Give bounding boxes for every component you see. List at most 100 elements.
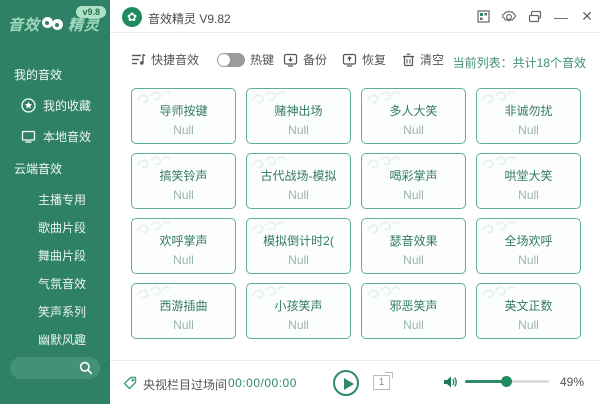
sound-card[interactable]: 哄堂大笑 Null	[476, 153, 581, 209]
quick-sound-label: 快捷音效	[151, 51, 199, 68]
sound-hotkey-value: Null	[132, 318, 235, 332]
sound-hotkey-value: Null	[362, 318, 465, 332]
sidebar-cloud-item[interactable]: 幽默风趣	[38, 331, 86, 348]
sidebar-cloud-item[interactable]: 舞曲片段	[38, 247, 86, 264]
sound-hotkey-value: Null	[477, 188, 580, 202]
smiley-glasses-icon	[42, 17, 66, 33]
close-button[interactable]: ✕	[574, 0, 600, 33]
volume-slider[interactable]	[465, 380, 549, 383]
sound-card[interactable]: 赌神出场 Null	[246, 88, 351, 144]
sound-hotkey-value: Null	[477, 123, 580, 137]
sound-hotkey-value: Null	[477, 318, 580, 332]
sound-card[interactable]: 瑟音效果 Null	[361, 218, 466, 274]
skin-grid-icon	[477, 10, 490, 23]
sound-title: 瑟音效果	[362, 232, 465, 249]
sound-title: 全场欢呼	[477, 232, 580, 249]
sound-card[interactable]: 邪恶笑声 Null	[361, 283, 466, 339]
quick-sound-button[interactable]: 快捷音效	[131, 51, 199, 68]
sound-hotkey-value: Null	[362, 188, 465, 202]
medal-icon	[21, 98, 36, 113]
hotkey-label: 热键	[250, 51, 274, 68]
sound-title: 非诚勿扰	[477, 102, 580, 119]
now-playing-tag-icon	[122, 375, 138, 396]
backup-label: 备份	[303, 51, 327, 68]
sidebar: 音效 精灵 v9.8 我的音效 我的收藏 本地音效 云端音效 主播专用歌曲片段	[0, 0, 110, 404]
sound-card[interactable]: 英文正数 Null	[476, 283, 581, 339]
backup-icon	[283, 53, 298, 67]
volume-percent: 49%	[560, 375, 584, 389]
sidebar-cloud-item[interactable]: 主播专用	[38, 191, 86, 208]
sound-hotkey-value: Null	[132, 123, 235, 137]
track-name: 央视栏目过场间	[143, 376, 227, 393]
backup-button[interactable]: 备份	[283, 51, 327, 68]
play-button[interactable]	[333, 370, 359, 396]
sound-title: 搞笑铃声	[132, 167, 235, 184]
version-badge: v9.8	[76, 6, 106, 18]
app-logo: 音效 精灵 v9.8	[0, 0, 110, 52]
sidebar-item-label: 本地音效	[43, 128, 91, 145]
sidebar-item-local-sounds[interactable]: 本地音效	[21, 128, 91, 145]
mini-mode-button[interactable]	[522, 0, 548, 33]
sound-title: 模拟倒计时2(	[247, 232, 350, 249]
sound-card[interactable]: 欢呼掌声 Null	[131, 218, 236, 274]
sound-title: 英文正数	[477, 297, 580, 314]
sound-hotkey-value: Null	[362, 253, 465, 267]
sound-hotkey-value: Null	[247, 123, 350, 137]
sound-title: 哄堂大笑	[477, 167, 580, 184]
search-input[interactable]	[10, 357, 100, 379]
sidebar-cloud-item[interactable]: 笑声系列	[38, 303, 86, 320]
sidebar-cloud-item[interactable]: 气氛音效	[38, 275, 86, 292]
logo-text-left: 音效	[8, 14, 40, 35]
sound-title: 喝彩掌声	[362, 167, 465, 184]
skin-button[interactable]	[470, 0, 496, 33]
restore-label: 恢复	[362, 51, 386, 68]
player-bar: 央视栏目过场间 00:00/00:00 1 49%	[110, 360, 600, 404]
sound-hotkey-value: Null	[247, 253, 350, 267]
sound-card[interactable]: 搞笑铃声 Null	[131, 153, 236, 209]
sidebar-cloud-item[interactable]: 歌曲片段	[38, 219, 86, 236]
title-bar: ✿ 音效精灵 V9.82 — ✕	[110, 0, 600, 33]
sidebar-section-cloud-sounds[interactable]: 云端音效	[0, 160, 62, 177]
sound-title: 邪恶笑声	[362, 297, 465, 314]
sound-card[interactable]: 古代战场-模拟 Null	[246, 153, 351, 209]
settings-button[interactable]	[496, 0, 522, 33]
playback-time: 00:00/00:00	[228, 376, 297, 390]
sound-card[interactable]: 西游插曲 Null	[131, 283, 236, 339]
sound-card[interactable]: 导师按键 Null	[131, 88, 236, 144]
gear-icon	[502, 10, 516, 24]
restore-icon	[342, 53, 357, 67]
restore-button[interactable]: 恢复	[342, 51, 386, 68]
clear-label: 清空	[420, 51, 444, 68]
sound-title: 古代战场-模拟	[247, 167, 350, 184]
sound-card[interactable]: 全场欢呼 Null	[476, 218, 581, 274]
volume-icon[interactable]	[442, 374, 458, 395]
volume-knob[interactable]	[501, 376, 512, 387]
sound-card[interactable]: 模拟倒计时2( Null	[246, 218, 351, 274]
sound-title: 导师按键	[132, 102, 235, 119]
sound-card[interactable]: 小孩笑声 Null	[246, 283, 351, 339]
sound-title: 赌神出场	[247, 102, 350, 119]
sound-card[interactable]: 喝彩掌声 Null	[361, 153, 466, 209]
sidebar-section-my-sounds[interactable]: 我的音效	[0, 66, 62, 83]
list-summary: 当前列表：共计18个音效	[453, 54, 586, 71]
sound-card[interactable]: 非诚勿扰 Null	[476, 88, 581, 144]
app-icon: ✿	[122, 7, 142, 27]
sidebar-item-favorites[interactable]: 我的收藏	[21, 97, 91, 114]
toolbar: 快捷音效 热键 备份 恢复 清空 当前列表：共计18个音效	[110, 34, 600, 84]
sound-title: 小孩笑声	[247, 297, 350, 314]
sidebar-item-label: 我的收藏	[43, 97, 91, 114]
sound-hotkey-value: Null	[247, 318, 350, 332]
search-icon	[79, 361, 93, 375]
music-list-icon	[131, 53, 146, 67]
hotkey-toggle[interactable]	[217, 53, 245, 67]
monitor-icon	[21, 129, 36, 144]
sound-title: 西游插曲	[132, 297, 235, 314]
app-window: 音效 精灵 v9.8 我的音效 我的收藏 本地音效 云端音效 主播专用歌曲片段	[0, 0, 600, 404]
loop-count-box[interactable]: 1	[373, 375, 390, 390]
clear-button[interactable]: 清空	[402, 51, 444, 68]
minimize-button[interactable]: —	[548, 0, 574, 33]
sound-title: 多人大笑	[362, 102, 465, 119]
sound-hotkey-value: Null	[362, 123, 465, 137]
sound-card[interactable]: 多人大笑 Null	[361, 88, 466, 144]
window-title: 音效精灵 V9.82	[148, 10, 231, 27]
